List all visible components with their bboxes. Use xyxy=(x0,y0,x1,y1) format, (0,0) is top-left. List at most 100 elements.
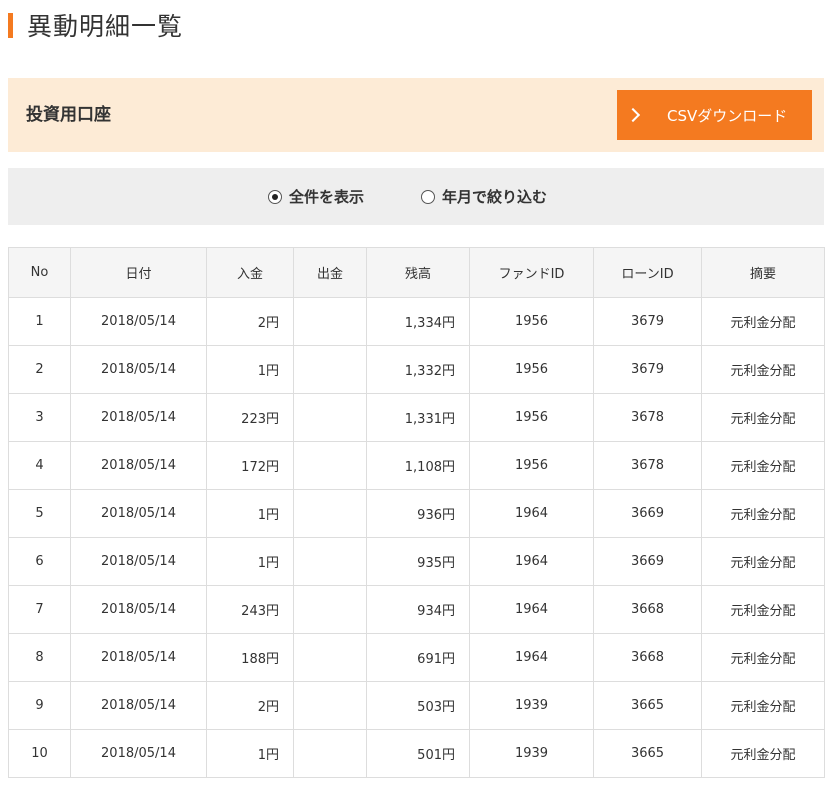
table-body: 1 2018/05/14 2円 1,334円 1956 3679 元利金分配 2 2018/05… xyxy=(8,297,825,778)
cell-loan-id: 3679 xyxy=(593,345,702,394)
cell-date: 2018/05/14 xyxy=(70,537,207,586)
column-header-fund-id: ファンドID xyxy=(469,247,594,298)
cell-balance: 1,108円 xyxy=(366,441,470,490)
cell-fund-id: 1939 xyxy=(469,681,594,730)
cell-fund-id: 1956 xyxy=(469,393,594,442)
cell-no: 7 xyxy=(8,585,71,634)
page-title: 異動明細一覧 xyxy=(8,7,183,43)
cell-date: 2018/05/14 xyxy=(70,489,207,538)
cell-deposit: 2円 xyxy=(206,681,294,730)
cell-no: 9 xyxy=(8,681,71,730)
table-row: 6 2018/05/14 1円 935円 1964 3669 元利金分配 xyxy=(8,537,825,586)
table-row: 8 2018/05/14 188円 691円 1964 3668 元利金分配 xyxy=(8,633,825,682)
cell-balance: 691円 xyxy=(366,633,470,682)
title-accent-bar xyxy=(8,12,13,38)
filter-bar: 全件を表示 年月で絞り込む xyxy=(8,168,824,225)
cell-no: 8 xyxy=(8,633,71,682)
cell-loan-id: 3665 xyxy=(593,681,702,730)
cell-loan-id: 3668 xyxy=(593,633,702,682)
cell-summary: 元利金分配 xyxy=(701,297,825,346)
cell-deposit: 2円 xyxy=(206,297,294,346)
cell-balance: 503円 xyxy=(366,681,470,730)
cell-balance: 934円 xyxy=(366,585,470,634)
table-row: 1 2018/05/14 2円 1,334円 1956 3679 元利金分配 xyxy=(8,297,825,346)
cell-fund-id: 1964 xyxy=(469,489,594,538)
table-row: 2 2018/05/14 1円 1,332円 1956 3679 元利金分配 xyxy=(8,345,825,394)
cell-summary: 元利金分配 xyxy=(701,633,825,682)
column-header-loan-id: ローンID xyxy=(593,247,702,298)
cell-withdrawal xyxy=(293,633,367,682)
cell-date: 2018/05/14 xyxy=(70,633,207,682)
cell-loan-id: 3669 xyxy=(593,537,702,586)
cell-loan-id: 3669 xyxy=(593,489,702,538)
cell-loan-id: 3668 xyxy=(593,585,702,634)
column-header-balance: 残高 xyxy=(366,247,470,298)
cell-summary: 元利金分配 xyxy=(701,729,825,778)
cell-no: 4 xyxy=(8,441,71,490)
cell-deposit: 1円 xyxy=(206,345,294,394)
cell-loan-id: 3679 xyxy=(593,297,702,346)
cell-date: 2018/05/14 xyxy=(70,585,207,634)
cell-fund-id: 1964 xyxy=(469,537,594,586)
cell-deposit: 188円 xyxy=(206,633,294,682)
cell-deposit: 172円 xyxy=(206,441,294,490)
cell-withdrawal xyxy=(293,489,367,538)
chevron-right-icon xyxy=(625,107,641,123)
cell-deposit: 1円 xyxy=(206,537,294,586)
table-row: 4 2018/05/14 172円 1,108円 1956 3678 元利金分配 xyxy=(8,441,825,490)
cell-summary: 元利金分配 xyxy=(701,441,825,490)
table-row: 3 2018/05/14 223円 1,331円 1956 3678 元利金分配 xyxy=(8,393,825,442)
cell-balance: 936円 xyxy=(366,489,470,538)
cell-fund-id: 1956 xyxy=(469,441,594,490)
radio-show-all-label: 全件を表示 xyxy=(289,188,365,206)
cell-loan-id: 3678 xyxy=(593,441,702,490)
csv-download-label: CSVダウンロード xyxy=(667,106,788,125)
table-row: 10 2018/05/14 1円 501円 1939 3665 元利金分配 xyxy=(8,729,825,778)
cell-no: 6 xyxy=(8,537,71,586)
cell-date: 2018/05/14 xyxy=(70,297,207,346)
cell-deposit: 223円 xyxy=(206,393,294,442)
cell-fund-id: 1964 xyxy=(469,585,594,634)
cell-summary: 元利金分配 xyxy=(701,537,825,586)
cell-withdrawal xyxy=(293,441,367,490)
radio-filter-by-month[interactable]: 年月で絞り込む xyxy=(421,168,547,225)
transaction-table: No 日付 入金 出金 残高 ファンドID ローンID 摘要 1 2018/05/14 2円 1,3… xyxy=(8,247,825,778)
cell-summary: 元利金分配 xyxy=(701,681,825,730)
cell-summary: 元利金分配 xyxy=(701,393,825,442)
radio-button-unchecked[interactable] xyxy=(421,189,435,204)
cell-withdrawal xyxy=(293,537,367,586)
radio-filter-by-month-label: 年月で絞り込む xyxy=(442,188,548,206)
cell-deposit: 243円 xyxy=(206,585,294,634)
cell-fund-id: 1939 xyxy=(469,729,594,778)
csv-download-button[interactable]: CSVダウンロード xyxy=(617,90,812,140)
cell-no: 1 xyxy=(8,297,71,346)
column-header-summary: 摘要 xyxy=(701,247,825,298)
radio-button-checked[interactable] xyxy=(268,189,282,204)
column-header-withdrawal: 出金 xyxy=(293,247,367,298)
cell-withdrawal xyxy=(293,393,367,442)
cell-no: 3 xyxy=(8,393,71,442)
column-header-no: No xyxy=(8,247,71,298)
cell-withdrawal xyxy=(293,729,367,778)
cell-fund-id: 1964 xyxy=(469,633,594,682)
cell-withdrawal xyxy=(293,585,367,634)
cell-no: 10 xyxy=(8,729,71,778)
cell-withdrawal xyxy=(293,345,367,394)
cell-deposit: 1円 xyxy=(206,489,294,538)
cell-date: 2018/05/14 xyxy=(70,441,207,490)
cell-fund-id: 1956 xyxy=(469,345,594,394)
cell-withdrawal xyxy=(293,681,367,730)
table-header-row: No 日付 入金 出金 残高 ファンドID ローンID 摘要 xyxy=(8,247,825,298)
cell-no: 5 xyxy=(8,489,71,538)
cell-deposit: 1円 xyxy=(206,729,294,778)
table-row: 5 2018/05/14 1円 936円 1964 3669 元利金分配 xyxy=(8,489,825,538)
cell-date: 2018/05/14 xyxy=(70,345,207,394)
cell-withdrawal xyxy=(293,297,367,346)
cell-summary: 元利金分配 xyxy=(701,345,825,394)
column-header-deposit: 入金 xyxy=(206,247,294,298)
radio-show-all[interactable]: 全件を表示 xyxy=(268,168,364,225)
cell-balance: 1,331円 xyxy=(366,393,470,442)
cell-date: 2018/05/14 xyxy=(70,681,207,730)
cell-summary: 元利金分配 xyxy=(701,489,825,538)
cell-balance: 501円 xyxy=(366,729,470,778)
